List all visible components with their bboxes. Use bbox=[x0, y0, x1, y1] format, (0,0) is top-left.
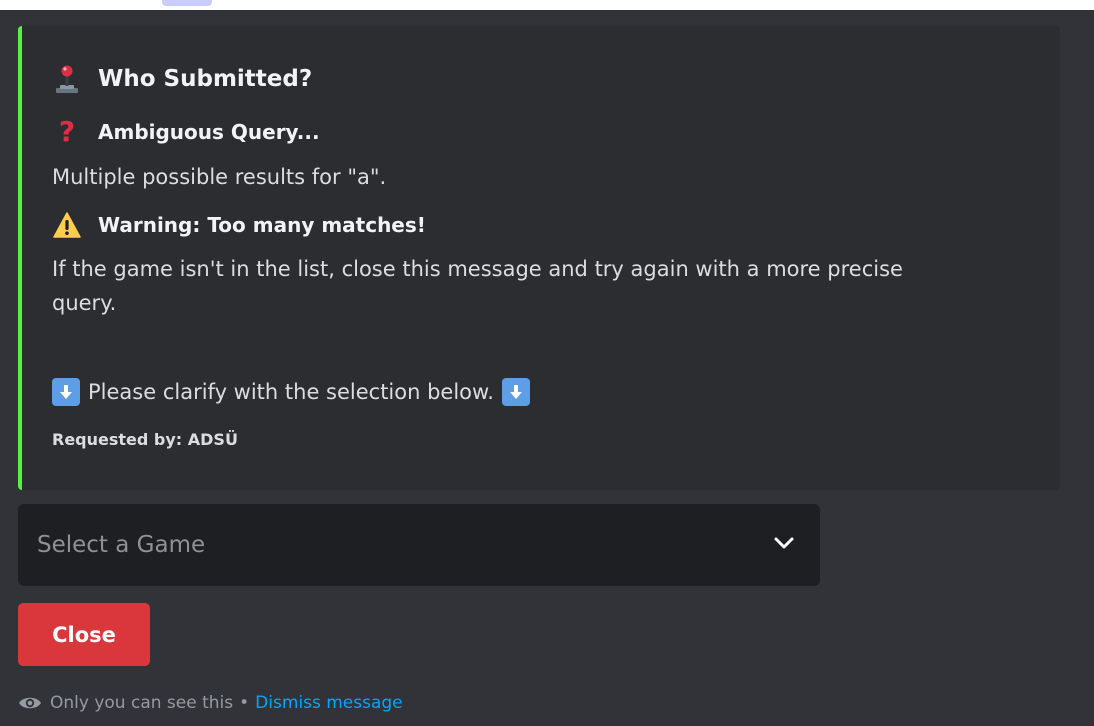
instruction-text: Please clarify with the selection below. bbox=[88, 380, 494, 404]
field-value-warning: If the game isn't in the list, close thi… bbox=[52, 252, 903, 320]
embed-footer: Requested by: ADSÜ bbox=[52, 430, 238, 449]
arrow-down-icon bbox=[52, 378, 80, 406]
eye-icon bbox=[18, 695, 42, 711]
embed-title-row: Who Submitted? bbox=[52, 64, 312, 94]
embed-card: Who Submitted? ? Ambiguous Query... Mult… bbox=[18, 26, 1060, 490]
close-button[interactable]: Close bbox=[18, 603, 150, 666]
warning-icon bbox=[52, 212, 82, 238]
select-placeholder: Select a Game bbox=[37, 532, 206, 558]
field-name-ambiguous: Ambiguous Query... bbox=[98, 120, 320, 144]
dismiss-message-link[interactable]: Dismiss message bbox=[255, 693, 402, 713]
joystick-icon bbox=[52, 64, 82, 94]
ephemeral-text: Only you can see this bbox=[50, 693, 234, 713]
instruction-row: Please clarify with the selection below. bbox=[52, 378, 530, 406]
mention-pill bbox=[162, 0, 212, 6]
field-warning: Warning: Too many matches! bbox=[52, 212, 426, 238]
message-top-edge bbox=[0, 0, 1094, 10]
question-mark-icon: ? bbox=[58, 115, 76, 148]
game-select-dropdown[interactable]: Select a Game bbox=[18, 504, 820, 586]
arrow-down-icon bbox=[501, 378, 530, 406]
chevron-down-icon bbox=[772, 535, 796, 555]
field-value-ambiguous: Multiple possible results for "a". bbox=[52, 165, 387, 189]
field-ambiguous-query: ? Ambiguous Query... bbox=[52, 118, 320, 146]
embed-title: Who Submitted? bbox=[98, 66, 313, 92]
field-value-warning-line-1: If the game isn't in the list, close thi… bbox=[52, 257, 903, 281]
field-value-warning-line-2: query. bbox=[52, 291, 117, 315]
separator-dot: • bbox=[239, 693, 250, 713]
ephemeral-notice: Only you can see this • Dismiss message bbox=[18, 693, 403, 713]
field-name-warning: Warning: Too many matches! bbox=[98, 213, 426, 237]
